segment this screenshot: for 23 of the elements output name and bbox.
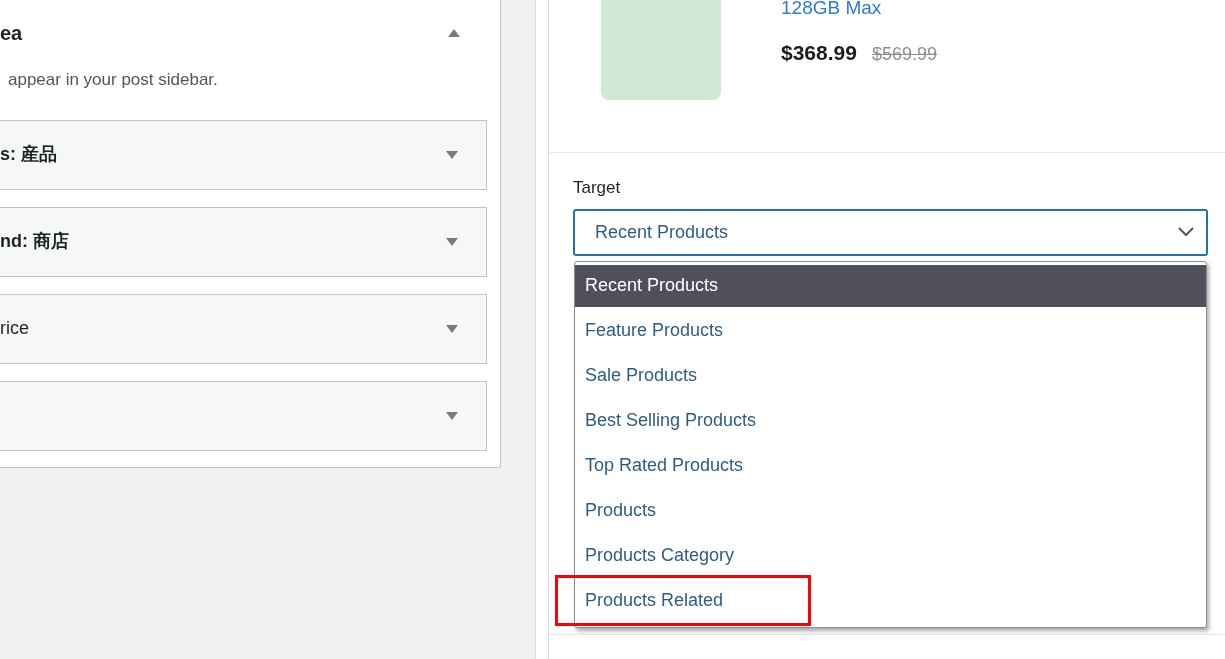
- widget-title: rice: [0, 317, 29, 340]
- widget-title: s: 産品: [0, 143, 57, 166]
- dropdown-option[interactable]: Products Related: [575, 579, 1206, 622]
- widget-area-title: ea: [0, 21, 23, 46]
- chevron-down-icon: [1178, 227, 1194, 237]
- dropdown-option[interactable]: Feature Products: [575, 309, 1206, 352]
- target-label: Target: [573, 177, 622, 199]
- widget-title: nd: 商店: [0, 230, 69, 253]
- dropdown-option[interactable]: Recent Products: [575, 264, 1206, 307]
- dropdown-option[interactable]: Products Category: [575, 534, 1206, 577]
- dropdown-option[interactable]: Sale Products: [575, 354, 1206, 397]
- dropdown-option[interactable]: Products: [575, 489, 1206, 532]
- widget-row[interactable]: nd: 商店: [0, 206, 487, 277]
- product-title-link[interactable]: 128GB Max: [781, 0, 937, 17]
- collapse-arrow-icon[interactable]: [448, 29, 460, 37]
- dropdown-option[interactable]: Top Rated Products: [575, 444, 1206, 487]
- target-select[interactable]: Recent Products: [573, 208, 1208, 256]
- widget-row[interactable]: s: 産品: [0, 119, 487, 190]
- sale-price: $368.99: [781, 40, 857, 66]
- dropdown-option[interactable]: Best Selling Products: [575, 399, 1206, 442]
- widget-area-description: appear in your post sidebar.: [7, 69, 219, 91]
- widget-row[interactable]: rice: [0, 293, 487, 364]
- original-price: $569.99: [871, 43, 937, 66]
